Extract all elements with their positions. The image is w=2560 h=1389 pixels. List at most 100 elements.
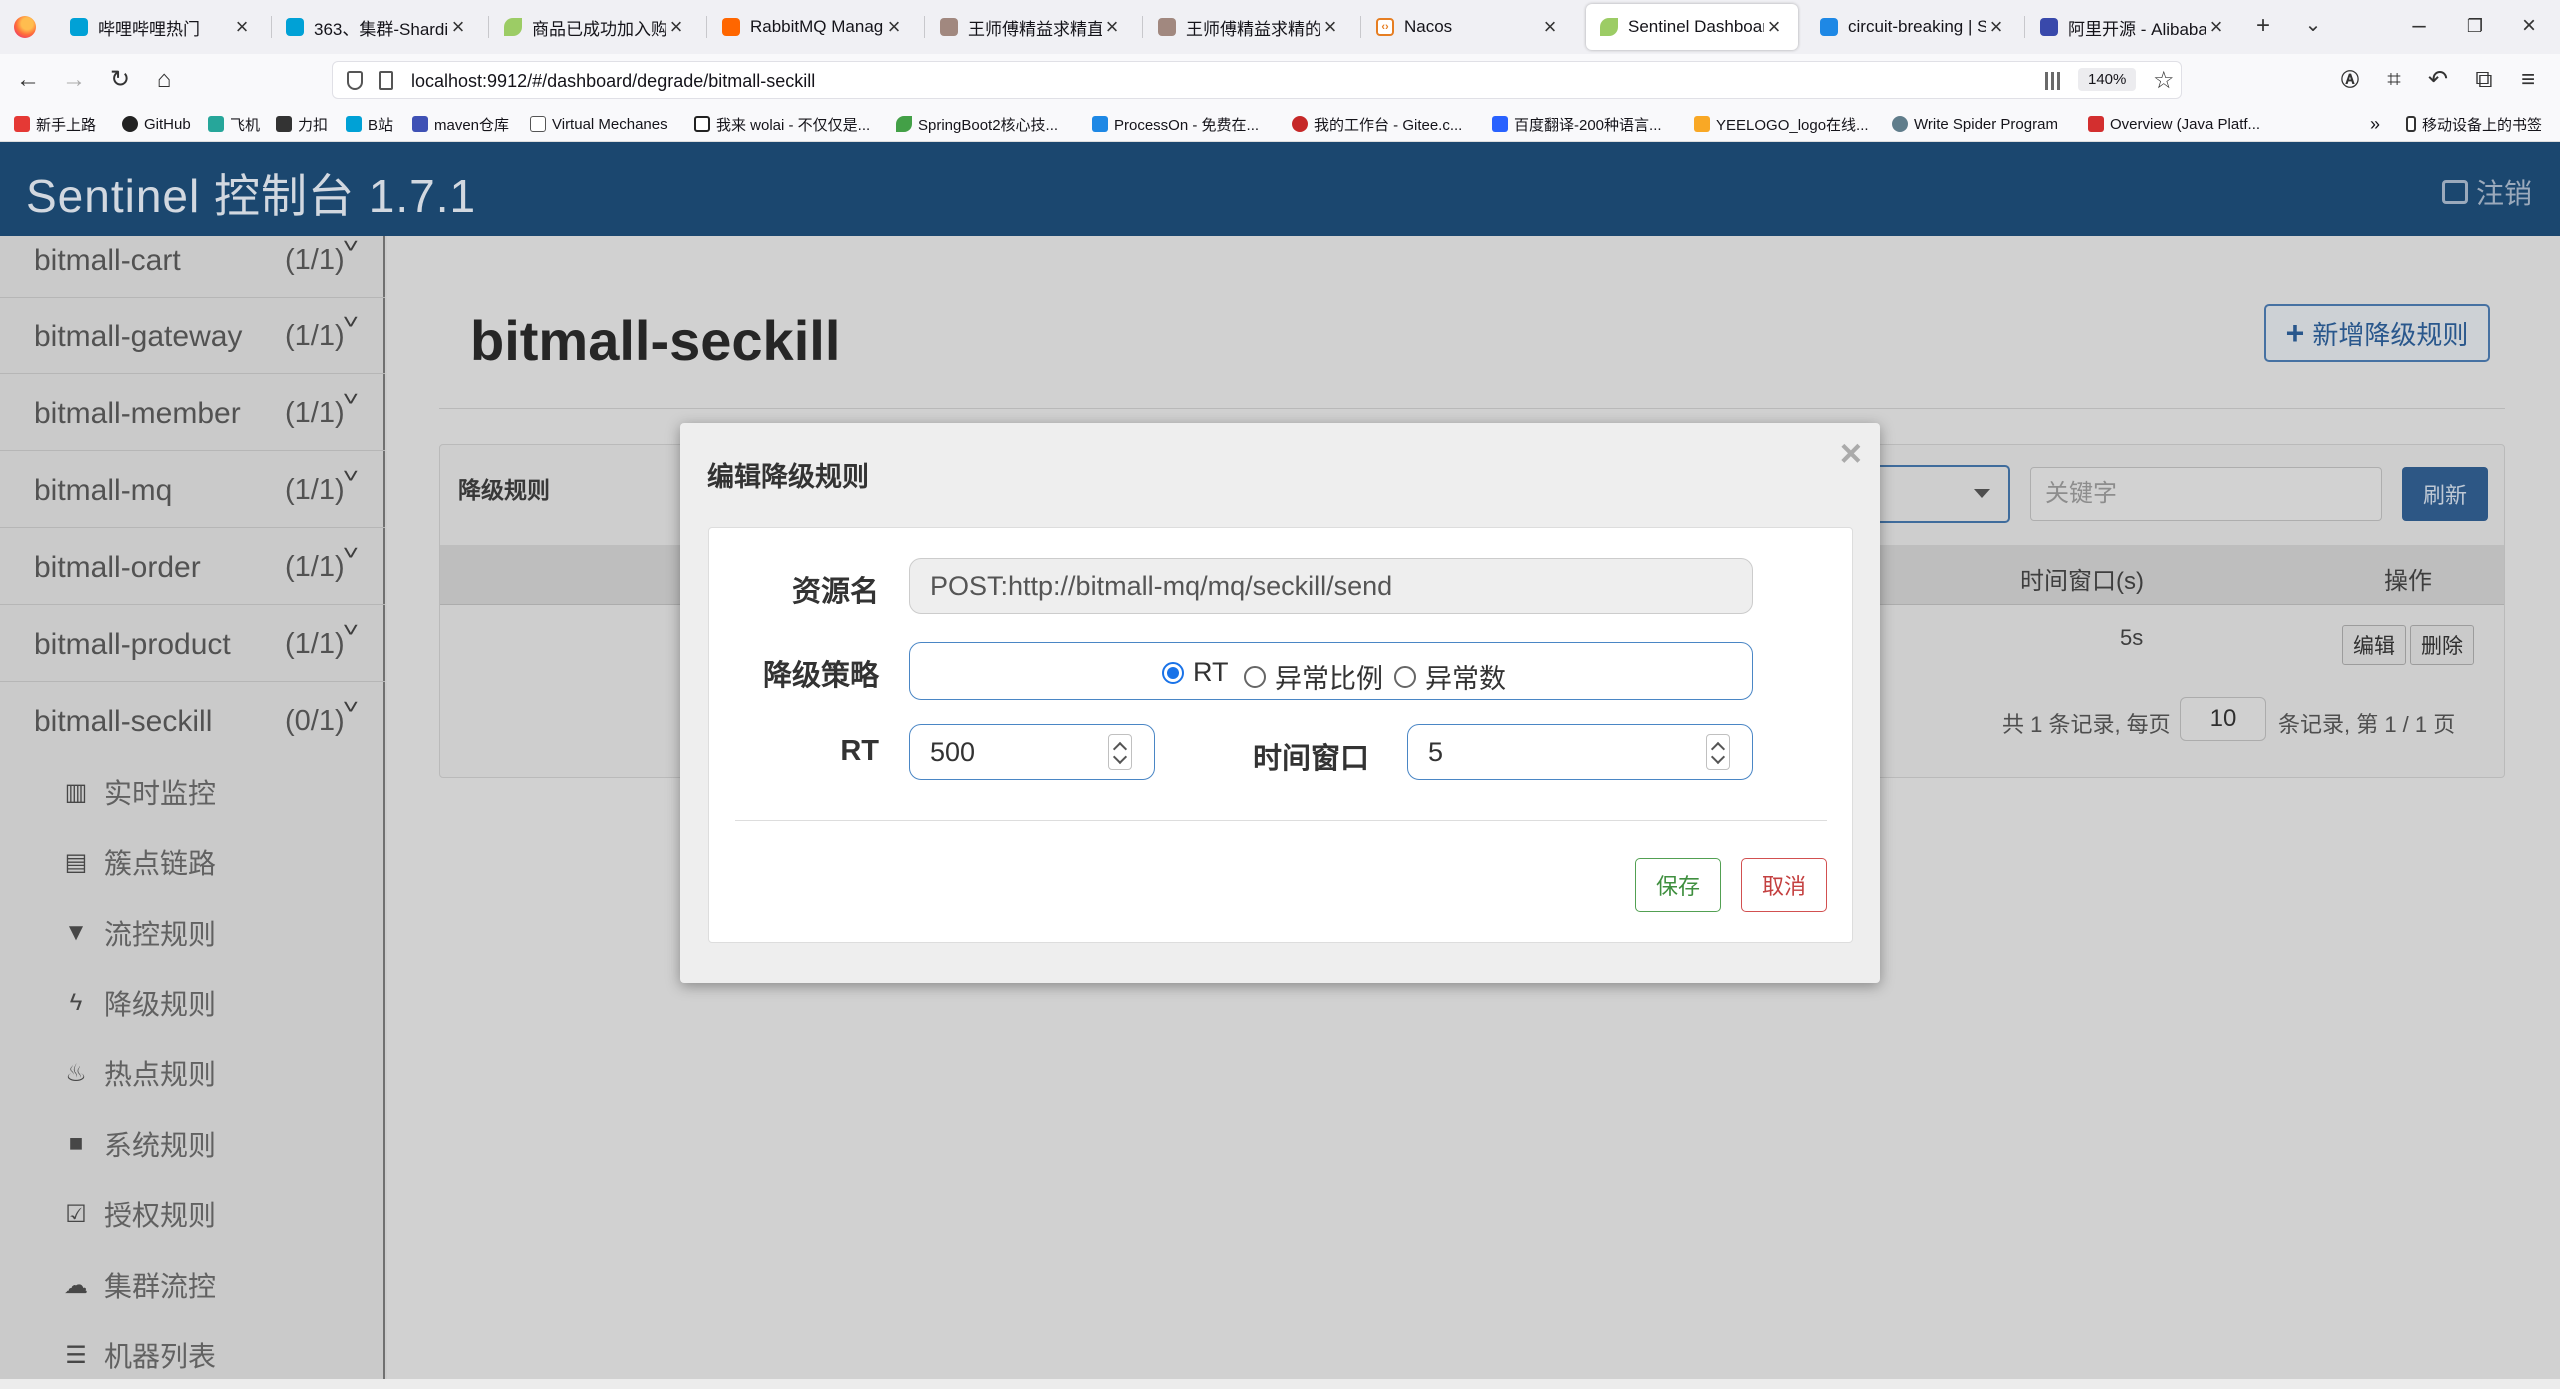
tab-nacos[interactable]: ‹› Nacos ×	[1362, 4, 1574, 50]
bookmark-favicon-icon	[14, 116, 30, 132]
close-tab-icon[interactable]: ×	[884, 14, 904, 40]
bookmark-item[interactable]: Overview (Java Platf...	[2088, 112, 2260, 136]
fish-icon	[1158, 18, 1176, 36]
close-window-button[interactable]: ×	[2514, 12, 2544, 40]
bookmark-item[interactable]: GitHub	[122, 112, 191, 136]
close-tab-icon[interactable]: ×	[1764, 14, 1784, 40]
home-icon[interactable]: ⌂	[150, 66, 178, 94]
bookmark-item[interactable]: ProcessOn - 免费在...	[1092, 112, 1259, 136]
bookmark-item[interactable]: 百度翻译-200种语言...	[1492, 112, 1662, 136]
new-tab-button[interactable]: +	[2248, 12, 2278, 40]
close-tab-icon[interactable]: ×	[448, 14, 468, 40]
nacos-icon: ‹›	[1376, 18, 1394, 36]
address-bar[interactable]: localhost:9912/#/dashboard/degrade/bitma…	[332, 61, 2182, 99]
close-tab-icon[interactable]: ×	[1540, 14, 1560, 40]
tab-sentinel-dashboard[interactable]: Sentinel Dashboard ×	[1586, 4, 1798, 50]
bookmark-item[interactable]: maven仓库	[412, 112, 509, 136]
radio-icon	[1394, 665, 1416, 688]
bookmark-star-icon[interactable]: ☆	[2153, 66, 2175, 95]
bookmarks-overflow-icon[interactable]: »	[2370, 112, 2380, 136]
close-tab-icon[interactable]: ×	[666, 14, 686, 40]
leaf-icon	[896, 116, 912, 132]
stepper-icon[interactable]	[1108, 734, 1132, 770]
bookmark-folder[interactable]: Virtual Mechanes	[530, 112, 668, 136]
bookmark-item[interactable]: Write Spider Program	[1892, 112, 2058, 136]
bookmark-item[interactable]: 我来 wolai - 不仅仅是...	[694, 112, 870, 136]
strategy-option-exception-ratio[interactable]: 异常比例	[1244, 657, 1383, 696]
back-arrow-icon[interactable]: ←	[14, 66, 42, 94]
dialog-form: 资源名 POST:http://bitmall-mq/mq/seckill/se…	[708, 527, 1853, 943]
leaf-icon	[504, 18, 522, 36]
bookmark-item[interactable]: YEELOGO_logo在线...	[1694, 112, 1869, 136]
cancel-button[interactable]: 取消	[1741, 858, 1827, 912]
radio-icon	[1244, 665, 1266, 688]
account-icon[interactable]: Ⓐ	[2336, 66, 2364, 94]
status-strip	[0, 1379, 2560, 1389]
page-icon[interactable]	[379, 71, 393, 90]
tab-live-2[interactable]: 王师傅精益求精的鱼 ×	[1144, 4, 1354, 50]
sentinel-icon	[1820, 18, 1838, 36]
bilibili-icon	[70, 18, 88, 36]
time-window-input[interactable]: 5	[1407, 724, 1753, 780]
bookmark-favicon-icon	[1892, 116, 1908, 132]
url-text[interactable]: localhost:9912/#/dashboard/degrade/bitma…	[411, 71, 815, 92]
bookmark-item[interactable]: 我的工作台 - Gitee.c...	[1292, 112, 1462, 136]
bookmark-item[interactable]: 飞机	[208, 112, 260, 136]
bookmark-item[interactable]: 新手上路	[14, 112, 96, 136]
dialog-title: 编辑降级规则	[707, 462, 869, 492]
rt-label: RT	[840, 735, 879, 767]
tab-rabbitmq[interactable]: RabbitMQ Managem ×	[708, 4, 918, 50]
shield-icon[interactable]	[347, 71, 363, 90]
processon-icon	[1092, 116, 1108, 132]
java-docs-icon	[2088, 116, 2104, 132]
save-button[interactable]: 保存	[1635, 858, 1721, 912]
tab-cart[interactable]: 商品已成功加入购物车 ×	[490, 4, 700, 50]
tab-bilibili-hot[interactable]: 哔哩哔哩热门 ×	[56, 4, 266, 50]
resource-label: 资源名	[791, 576, 879, 608]
gitee-icon	[1292, 116, 1308, 132]
bookmark-item[interactable]: 力扣	[276, 112, 328, 136]
bilibili-icon	[346, 116, 362, 132]
qr-code-icon[interactable]	[2045, 72, 2063, 90]
undo-icon[interactable]: ↶	[2424, 66, 2452, 94]
menu-icon[interactable]: ≡	[2514, 66, 2542, 94]
stepper-icon[interactable]	[1706, 734, 1730, 770]
rt-input[interactable]: 500	[909, 724, 1155, 780]
mobile-bookmarks[interactable]: 移动设备上的书签	[2406, 112, 2542, 136]
tab-circuit-breaking[interactable]: circuit-breaking | Se ×	[1806, 4, 2020, 50]
tab-alibaba[interactable]: 阿里开源 - Alibaba O ×	[2026, 4, 2240, 50]
close-tab-icon[interactable]: ×	[1986, 14, 2006, 40]
minimize-button[interactable]: –	[2404, 12, 2434, 40]
strategy-option-rt[interactable]: RT	[1162, 657, 1229, 688]
bilibili-icon	[286, 18, 304, 36]
bookmarks-bar: 新手上路 GitHub 飞机 力扣 B站 maven仓库 Virtual Mec…	[0, 106, 2560, 142]
bookmark-item[interactable]: B站	[346, 112, 393, 136]
close-tab-icon[interactable]: ×	[1102, 14, 1122, 40]
close-tab-icon[interactable]: ×	[2206, 14, 2226, 40]
close-tab-icon[interactable]: ×	[232, 14, 252, 40]
folder-icon	[530, 116, 546, 132]
bookmark-item[interactable]: SpringBoot2核心技...	[896, 112, 1058, 136]
maven-icon	[412, 116, 428, 132]
tab-list-chevron-icon[interactable]: ⌄	[2298, 12, 2328, 37]
reload-icon[interactable]: ↻	[106, 66, 134, 94]
tab-live-1[interactable]: 王师傅精益求精直播 ×	[926, 4, 1136, 50]
baidu-translate-icon	[1492, 116, 1508, 132]
forward-arrow-icon[interactable]: →	[60, 66, 88, 94]
crop-icon[interactable]: ⌗	[2380, 66, 2408, 94]
yeelogo-icon	[1694, 116, 1710, 132]
browser-tab-bar: 哔哩哔哩热门 × 363、集群-Sharding × 商品已成功加入购物车 × …	[0, 0, 2560, 54]
strategy-option-exception-count[interactable]: 异常数	[1394, 657, 1506, 696]
bookmark-favicon-icon	[208, 116, 224, 132]
close-tab-icon[interactable]: ×	[1320, 14, 1340, 40]
mobile-icon	[2406, 116, 2416, 132]
zoom-level[interactable]: 140%	[2078, 68, 2137, 91]
extensions-icon[interactable]: ⧉	[2470, 66, 2498, 94]
tab-sharding[interactable]: 363、集群-Sharding ×	[272, 4, 482, 50]
firefox-icon[interactable]	[14, 16, 36, 38]
close-icon[interactable]: ×	[1840, 433, 1862, 476]
strategy-label: 降级策略	[762, 660, 879, 692]
restore-button[interactable]: ❐	[2460, 16, 2490, 37]
fish-icon	[940, 18, 958, 36]
leaf-icon	[1600, 18, 1618, 36]
